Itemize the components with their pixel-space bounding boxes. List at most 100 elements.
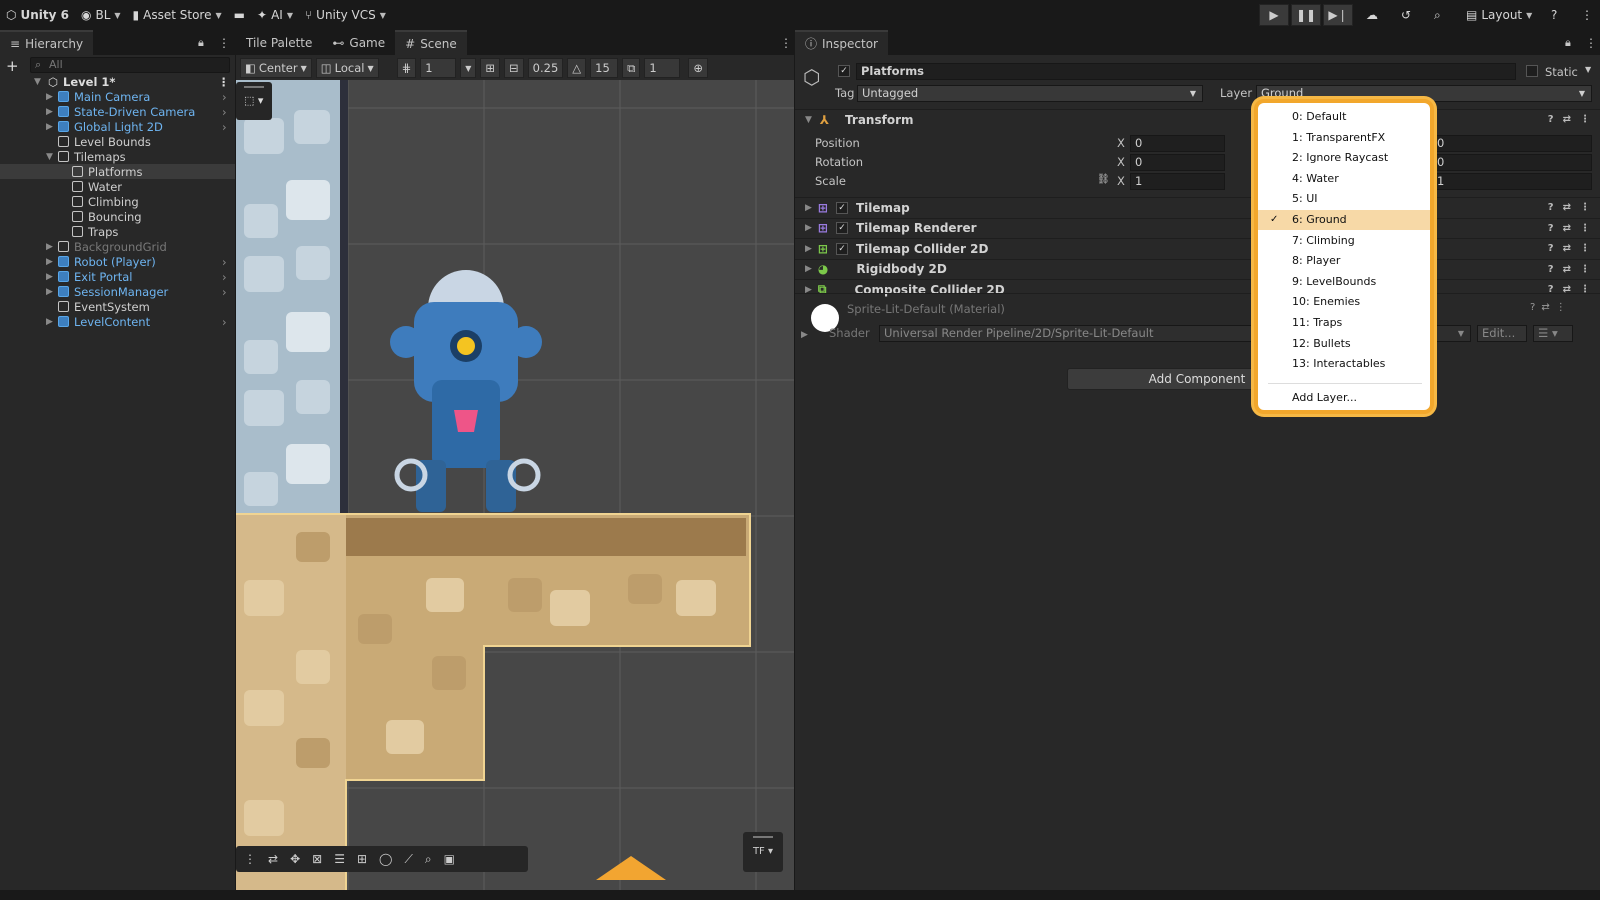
grid-size-dropdown[interactable]: ▼ <box>460 58 477 78</box>
hierarchy-item[interactable]: ▶ Exit Portal › <box>0 269 235 284</box>
search-button[interactable]: ⌕ <box>1428 4 1447 26</box>
increment-snap-toggle[interactable]: ⊞ <box>480 58 501 78</box>
more-icon[interactable]: ⋮ <box>780 36 792 50</box>
rotate-snap-field[interactable]: 15 <box>590 58 619 78</box>
hierarchy-item[interactable]: Traps <box>0 224 235 239</box>
layer-option[interactable]: 13: Interactables <box>1258 354 1430 374</box>
preset-icon[interactable]: ⇄ <box>1563 202 1571 213</box>
layer-option[interactable]: 0: Default <box>1258 107 1430 127</box>
add-object-button[interactable]: + <box>6 57 19 75</box>
transform-position-x[interactable]: 0 <box>1130 135 1225 152</box>
help-button[interactable]: ? <box>1545 4 1563 26</box>
settings-sliders-icon[interactable]: ☰ <box>334 852 345 866</box>
chevron-right-icon[interactable]: › <box>222 255 227 269</box>
chevron-down-icon[interactable]: ▼ <box>1585 65 1591 74</box>
tab-tile-palette[interactable]: Tile Palette <box>236 30 322 55</box>
pause-button[interactable]: ❚❚ <box>1291 4 1321 26</box>
expand-arrow-icon[interactable]: ▶ <box>46 317 58 327</box>
component-enabled-checkbox[interactable]: ✓ <box>835 201 848 214</box>
expand-arrow-icon[interactable]: ▶ <box>46 257 58 267</box>
more-button[interactable]: ⋮ <box>1575 4 1599 26</box>
transform-rotation-x[interactable]: 0 <box>1130 154 1225 171</box>
asset-store-dropdown[interactable]: ▮ Asset Store ▼ <box>127 4 228 26</box>
chevron-right-icon[interactable]: › <box>222 90 227 104</box>
rotate-snap-toggle[interactable]: △ <box>567 58 587 78</box>
shader-options-button[interactable]: ☰ ▾ <box>1533 325 1573 342</box>
grid-snap-toggle[interactable]: ⋕ <box>396 58 417 78</box>
more-icon[interactable]: ⋮ <box>1580 264 1590 275</box>
ai-dropdown[interactable]: ✦ AI ▼ <box>251 4 299 26</box>
component-header[interactable]: ▶ ◕ Rigidbody 2D? ⇄ ⋮ <box>795 258 1600 279</box>
expand-arrow-icon[interactable]: ▶ <box>46 287 58 297</box>
tag-dropdown[interactable]: Untagged ▼ <box>857 85 1203 102</box>
cloud-button[interactable]: ☁ <box>1360 4 1384 26</box>
transform-scale-x[interactable]: 1 <box>1130 173 1225 190</box>
tab-hierarchy[interactable]: ≡ Hierarchy <box>0 30 94 55</box>
more-icon[interactable]: ⋮ <box>1580 243 1590 254</box>
more-icon[interactable]: ⋮ <box>1556 302 1566 313</box>
account-dropdown[interactable]: ◉ BL ▼ <box>75 4 127 26</box>
more-icon[interactable]: ⋮ <box>1585 36 1597 50</box>
preset-icon[interactable]: ⇄ <box>1563 243 1571 254</box>
add-layer-item[interactable]: Add Layer... <box>1258 388 1430 408</box>
tab-scene[interactable]: # Scene <box>395 30 467 55</box>
transform-rotation-z[interactable]: 0 <box>1432 154 1592 171</box>
chevron-right-icon[interactable]: › <box>222 315 227 329</box>
unity-menu[interactable]: ⬡ Unity 6 <box>0 4 75 26</box>
preset-icon[interactable]: ⇄ <box>1563 223 1571 234</box>
edit-shader-button[interactable]: Edit... <box>1477 325 1527 342</box>
layer-option[interactable]: 11: Traps <box>1258 313 1430 333</box>
zoom-icon[interactable]: ⌕ <box>425 852 432 867</box>
help-icon[interactable]: ? <box>1548 243 1554 254</box>
lock-icon[interactable]: 🔒︎ <box>198 36 204 50</box>
preset-icon[interactable]: ⇄ <box>1563 264 1571 275</box>
history-button[interactable]: ↺ <box>1395 4 1417 26</box>
layer-option[interactable]: 1: TransparentFX <box>1258 128 1430 148</box>
expand-arrow-icon[interactable]: ▶ <box>46 272 58 282</box>
camera-icon[interactable]: ▣ <box>444 852 455 866</box>
hierarchy-item[interactable]: Water <box>0 179 235 194</box>
tab-game[interactable]: ⊷ Game <box>322 30 395 55</box>
help-icon[interactable]: ? <box>1548 114 1554 125</box>
layer-option[interactable]: 12: Bullets <box>1258 334 1430 354</box>
help-icon[interactable]: ? <box>1548 264 1554 275</box>
layer-option[interactable]: 4: Water <box>1258 169 1430 189</box>
play-button[interactable]: ▶ <box>1259 4 1289 26</box>
help-icon[interactable]: ? <box>1548 202 1554 213</box>
scene-view[interactable]: ⬚ ▾ ⋮ ⇄ ✥ ⊠ ☰ ⊞ ◯ ⟋ ⌕ ▣ TF ▾ <box>236 80 794 890</box>
hierarchy-item[interactable]: ▶ LevelContent › <box>0 314 235 329</box>
move-snap-field[interactable]: 0.25 <box>527 58 564 78</box>
preset-icon[interactable]: ⇄ <box>1563 114 1571 125</box>
expand-arrow-icon[interactable]: ▼ <box>46 152 58 162</box>
chevron-right-icon[interactable]: › <box>222 105 227 119</box>
hierarchy-item[interactable]: EventSystem <box>0 299 235 314</box>
hierarchy-item[interactable]: Level Bounds <box>0 134 235 149</box>
rect-select-icon[interactable]: ⬚ ▾ <box>244 94 272 107</box>
active-checkbox[interactable]: ✓ <box>838 65 850 77</box>
tools-overlay[interactable]: ⬚ ▾ <box>236 82 272 120</box>
layer-option[interactable]: 9: LevelBounds <box>1258 272 1430 292</box>
expand-arrow-icon[interactable]: ▶ <box>46 92 58 102</box>
chevron-right-icon[interactable]: › <box>222 120 227 134</box>
hierarchy-item[interactable]: Bouncing <box>0 209 235 224</box>
hierarchy-item[interactable]: ▶ Robot (Player) › <box>0 254 235 269</box>
hierarchy-item[interactable]: ▼ Tilemaps <box>0 149 235 164</box>
step-button[interactable]: ▶❘ <box>1323 4 1353 26</box>
hierarchy-item[interactable]: ▶ BackgroundGrid <box>0 239 235 254</box>
shuffle-icon[interactable]: ⇄ <box>268 852 278 866</box>
component-enabled-checkbox[interactable]: ✓ <box>835 242 848 255</box>
vcs-dropdown[interactable]: ⑂ Unity VCS ▼ <box>299 4 392 26</box>
hierarchy-item[interactable]: Platforms <box>0 164 235 179</box>
hierarchy-item[interactable]: ▶ SessionManager › <box>0 284 235 299</box>
expand-arrow-icon[interactable]: ▶ <box>46 107 58 117</box>
paint-icon[interactable]: ⟋ <box>404 852 412 867</box>
preset-icon[interactable]: ⇄ <box>1541 302 1549 313</box>
layout-dropdown[interactable]: ▤ Layout ▼ <box>1460 4 1538 26</box>
lock-icon[interactable]: 🔒︎ <box>1565 36 1571 50</box>
hierarchy-item[interactable]: ▶ Main Camera › <box>0 89 235 104</box>
expand-arrow-icon[interactable]: ▶ <box>46 242 58 252</box>
circle-icon[interactable]: ◯ <box>379 852 392 866</box>
pivot-dropdown[interactable]: ◧ Center ▼ <box>240 58 312 78</box>
chevron-right-icon[interactable]: › <box>222 270 227 284</box>
move-snap-toggle[interactable]: ⊟ <box>504 58 524 78</box>
